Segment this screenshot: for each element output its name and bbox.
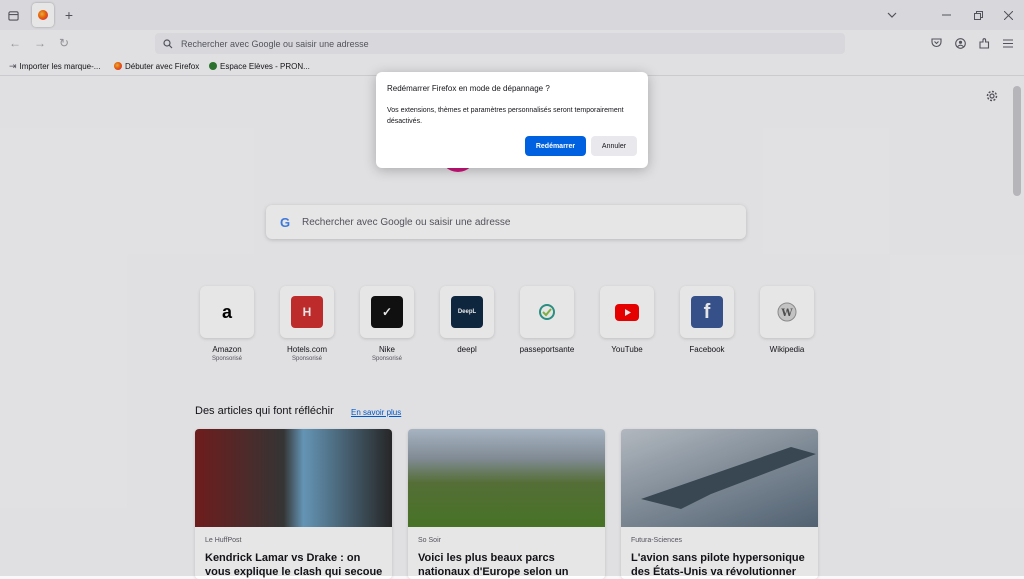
dialog-title: Redémarrer Firefox en mode de dépannage … [387,84,550,93]
restart-dialog: Redémarrer Firefox en mode de dépannage … [376,72,648,168]
restart-button[interactable]: Redémarrer [525,136,586,156]
cancel-button[interactable]: Annuler [591,136,637,156]
dialog-message: Vos extensions, thèmes et paramètres per… [387,107,624,125]
